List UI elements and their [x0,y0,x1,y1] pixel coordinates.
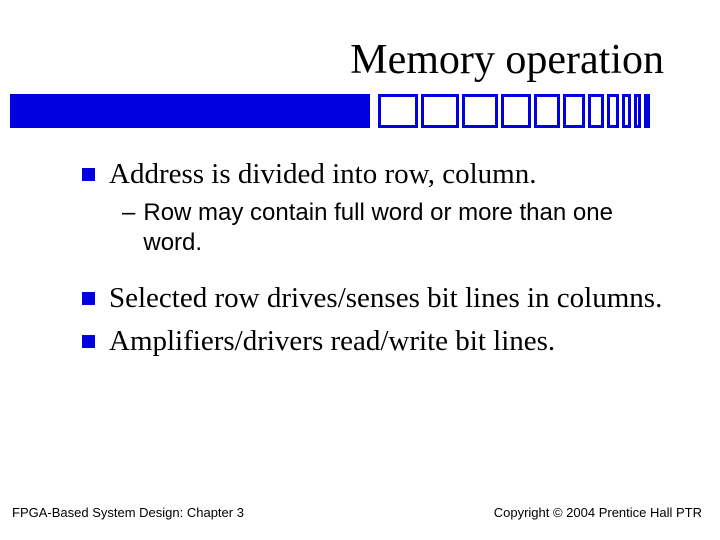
divider-box [607,94,619,128]
divider-box [421,94,459,128]
square-bullet-icon [82,168,95,181]
sub-bullet-item: – Row may contain full word or more than… [122,198,668,258]
sub-bullet-text: Row may contain full word or more than o… [143,198,668,258]
square-bullet-icon [82,335,95,348]
divider-box [462,94,498,128]
decorative-divider [0,94,720,128]
dash-bullet-icon: – [122,198,135,228]
bullet-text: Selected row drives/senses bit lines in … [109,280,662,316]
slide: Memory operation Address is divided into… [0,0,720,540]
bullet-item: Address is divided into row, column. [82,156,668,192]
divider-box [634,94,641,128]
slide-title: Memory operation [0,0,720,94]
bullet-text: Amplifiers/drivers read/write bit lines. [109,323,555,359]
footer: FPGA-Based System Design: Chapter 3 Copy… [0,505,720,520]
content-area: Address is divided into row, column. – R… [0,156,720,359]
divider-box [622,94,631,128]
divider-box [378,94,418,128]
divider-solid-bar [10,94,370,128]
divider-boxes [378,94,650,128]
divider-box [534,94,560,128]
divider-box [563,94,585,128]
bullet-item: Selected row drives/senses bit lines in … [82,280,668,316]
footer-left: FPGA-Based System Design: Chapter 3 [12,505,244,520]
footer-right: Copyright © 2004 Prentice Hall PTR [494,505,702,520]
square-bullet-icon [82,292,95,305]
bullet-text: Address is divided into row, column. [109,156,536,192]
divider-box [588,94,604,128]
divider-box [644,94,650,128]
bullet-item: Amplifiers/drivers read/write bit lines. [82,323,668,359]
divider-box [501,94,531,128]
